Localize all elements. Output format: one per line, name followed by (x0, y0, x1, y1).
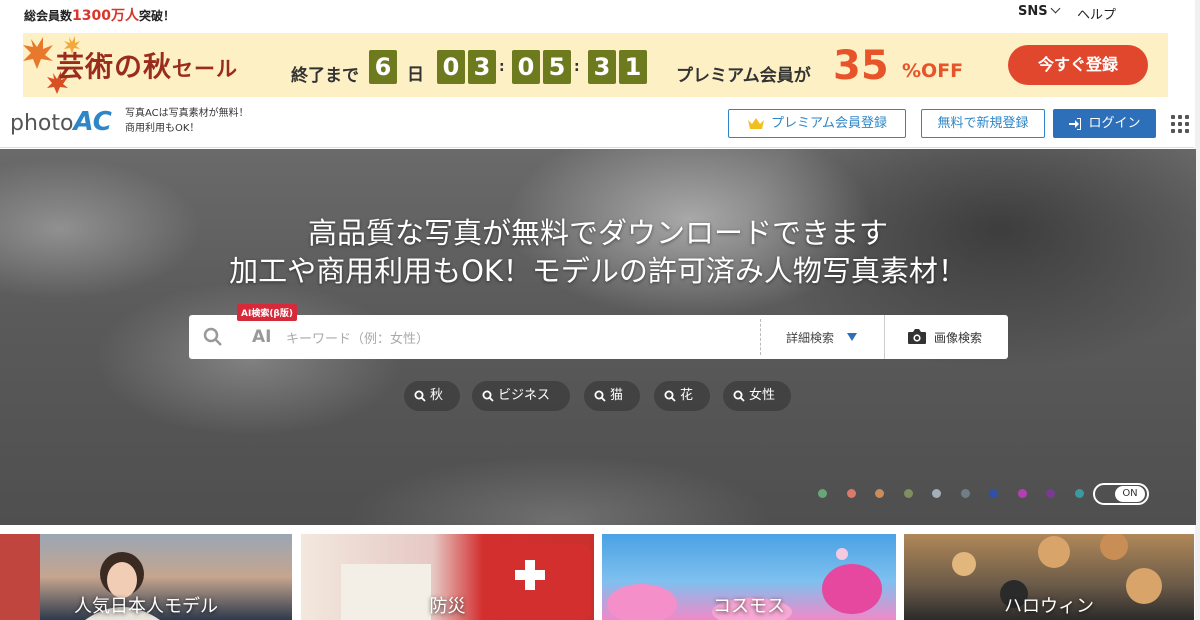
countdown-seconds-ones: 1 (619, 50, 647, 84)
login-icon (1069, 117, 1082, 130)
sns-menu[interactable]: SNS (1018, 3, 1061, 19)
camera-icon[interactable] (907, 328, 927, 345)
search-icon (482, 390, 494, 402)
sale-banner[interactable]: 芸術の秋セール 終了まで 6 日 0 3 : 0 5 : 3 1 プレミアム会員… (23, 33, 1168, 97)
keyword-chip-label: 猫 (610, 388, 624, 403)
crown-icon (747, 118, 764, 129)
premium-register-button[interactable]: プレミアム会員登録 (728, 109, 906, 138)
countdown-colon: : (574, 59, 580, 75)
hero-headline-2: 加工や商用利用もOK！モデルの許可済み人物写真素材！ (229, 254, 967, 288)
premium-register-label: プレミアム会員登録 (770, 116, 888, 131)
slide-dot[interactable] (903, 489, 913, 498)
category-label: 防災 (429, 596, 466, 617)
category-label: コスモス (713, 596, 785, 617)
tagline-line1: 写真ACは写真素材が無料！ (125, 108, 249, 119)
member-count-prefix: 総会員数 (24, 9, 73, 23)
search-icon[interactable] (203, 327, 223, 347)
slide-dot[interactable] (846, 489, 856, 498)
slide-dot[interactable] (1074, 489, 1084, 498)
divider (884, 315, 885, 359)
caret-down-icon[interactable] (847, 333, 857, 341)
image-search-button[interactable]: 画像検索 (934, 329, 982, 346)
premium-discount-label: プレミアム会員が (676, 66, 811, 86)
search-icon (414, 390, 426, 402)
search-bar: AI検索(β版) AI キーワード（例：女性） 詳細検索 画像検索 (189, 304, 1008, 359)
discount-unit: %OFF (902, 60, 964, 82)
slide-dot[interactable] (960, 489, 970, 498)
top-bar: 総会員数1300万人突破！ SNS ヘルプ (0, 0, 1200, 30)
keyword-chip[interactable]: 花 (654, 381, 710, 411)
keyword-chip-label: 女性 (749, 388, 776, 403)
sns-label: SNS (1018, 4, 1048, 19)
slide-dot[interactable] (1046, 489, 1055, 498)
slide-dot[interactable] (989, 489, 998, 498)
hero-headline-1: 高品質な写真が無料でダウンロードできます (307, 216, 888, 250)
keyword-chip-label: ビジネス (498, 388, 551, 403)
category-card[interactable]: ハロウィン (904, 534, 1194, 620)
divider (760, 319, 761, 355)
help-link[interactable]: ヘルプ (1077, 4, 1116, 23)
countdown-seconds-tens: 3 (588, 50, 616, 84)
category-card[interactable]: 人気日本人モデル (0, 534, 292, 620)
sale-title-main: 芸術の秋 (56, 50, 173, 83)
category-card[interactable]: コスモス (602, 534, 896, 620)
logo-text: photo (10, 111, 74, 136)
search-icon (733, 390, 745, 402)
tagline: 写真ACは写真素材が無料！ 商用利用もOK！ (125, 106, 249, 136)
keyword-chip[interactable]: 秋 (404, 381, 460, 411)
countdown-hours-ones: 3 (468, 50, 496, 84)
countdown-minutes-ones: 5 (543, 50, 571, 84)
countdown-minutes-tens: 0 (512, 50, 540, 84)
category-label: 人気日本人モデル (74, 596, 218, 617)
keyword-chip-label: 秋 (430, 388, 444, 403)
category-card[interactable]: 防災 (301, 534, 594, 620)
free-signup-button[interactable]: 無料で新規登録 (921, 109, 1045, 138)
ai-search-toggle[interactable]: AI (252, 327, 271, 347)
keyword-chip[interactable]: 猫 (584, 381, 640, 411)
sale-title-sub: セール (172, 56, 239, 81)
register-now-button[interactable]: 今すぐ登録 (1008, 45, 1148, 85)
slide-dot[interactable] (1017, 489, 1027, 498)
advanced-search-button[interactable]: 詳細検索 (786, 329, 834, 346)
slide-dot[interactable] (875, 489, 884, 498)
slide-dot[interactable] (932, 489, 941, 498)
keyword-chip[interactable]: ビジネス (472, 381, 570, 411)
member-count-highlight: 1300万人 (72, 8, 139, 24)
ai-search-badge: AI検索(β版) (237, 304, 297, 321)
search-icon (664, 390, 676, 402)
search-icon (594, 390, 606, 402)
countdown-label: 終了まで (291, 66, 359, 86)
login-button[interactable]: ログイン (1053, 109, 1156, 138)
toggle-label: ON (1115, 486, 1145, 502)
keyword-chip-label: 花 (680, 388, 694, 403)
app-grid-icon[interactable] (1171, 115, 1189, 133)
site-header: photoAC 写真ACは写真素材が無料！ 商用利用もOK！ プレミアム会員登録… (0, 100, 1194, 148)
hero-section: 高品質な写真が無料でダウンロードできます 加工や商用利用もOK！モデルの許可済み… (0, 149, 1196, 525)
category-label: ハロウィン (1004, 596, 1094, 617)
sale-title: 芸術の秋セール (56, 45, 238, 85)
countdown-hours-tens: 0 (437, 50, 465, 84)
photoac-logo[interactable]: photoAC (10, 107, 112, 137)
search-input[interactable]: キーワード（例：女性） (286, 328, 429, 347)
slideshow-toggle[interactable]: ON (1093, 483, 1149, 505)
login-label: ログイン (1088, 116, 1141, 131)
tagline-line2: 商用利用もOK！ (125, 123, 200, 134)
chevron-down-icon (1050, 3, 1061, 14)
countdown-days-unit: 日 (407, 65, 424, 85)
slide-dot[interactable] (818, 489, 827, 498)
member-count-suffix: 突破！ (138, 9, 175, 23)
discount-number: 35 (833, 43, 889, 89)
countdown-days: 6 (369, 50, 397, 84)
member-count-notice: 総会員数1300万人突破！ (24, 5, 175, 25)
logo-accent: AC (73, 107, 112, 137)
countdown-colon: : (499, 59, 505, 75)
keyword-chip[interactable]: 女性 (723, 381, 791, 411)
